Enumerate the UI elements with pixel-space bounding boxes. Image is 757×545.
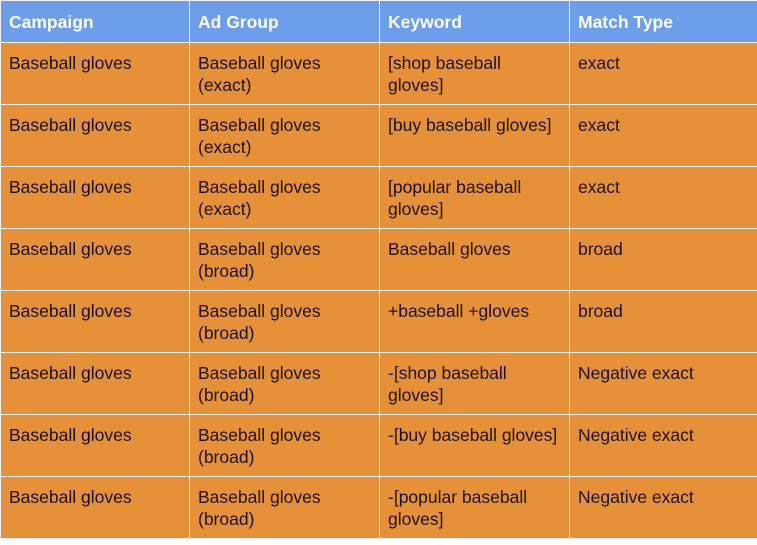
ad-group-cell: Baseball gloves (exact)	[189, 42, 380, 105]
table-row: Baseball gloves Baseball gloves (broad) +b…	[0, 290, 757, 353]
keyword-table: Campaign Ad Group Keyword Match Type Bas…	[0, 0, 757, 539]
ad-group-cell: Baseball gloves (exact)	[189, 104, 380, 167]
keyword-cell: -[popular baseball gloves]	[379, 476, 570, 539]
match-type-cell: Negative exact	[569, 352, 757, 415]
ad-group-cell: Baseball gloves (broad)	[189, 414, 380, 477]
table-row: Baseball gloves Baseball gloves (broad) -[…	[0, 476, 757, 539]
keyword-cell: Baseball gloves	[379, 228, 570, 291]
match-type-cell: broad	[569, 228, 757, 291]
header-ad-group: Ad Group	[189, 0, 380, 43]
campaign-cell: Baseball gloves	[0, 476, 190, 539]
ad-group-cell: Baseball gloves (exact)	[189, 166, 380, 229]
campaign-cell: Baseball gloves	[0, 290, 190, 353]
ad-group-cell: Baseball gloves (broad)	[189, 228, 380, 291]
campaign-cell: Baseball gloves	[0, 352, 190, 415]
match-type-cell: broad	[569, 290, 757, 353]
keyword-cell: [buy baseball gloves]	[379, 104, 570, 167]
match-type-cell: exact	[569, 166, 757, 229]
ad-group-cell: Baseball gloves (broad)	[189, 352, 380, 415]
keyword-cell: [shop baseball gloves]	[379, 42, 570, 105]
campaign-cell: Baseball gloves	[0, 228, 190, 291]
header-match-type: Match Type	[569, 0, 757, 43]
match-type-cell: Negative exact	[569, 476, 757, 539]
match-type-cell: exact	[569, 42, 757, 105]
keyword-cell: -[buy baseball gloves]	[379, 414, 570, 477]
campaign-cell: Baseball gloves	[0, 166, 190, 229]
table-row: Baseball gloves Baseball gloves (exact) [p…	[0, 166, 757, 229]
campaign-cell: Baseball gloves	[0, 42, 190, 105]
campaign-cell: Baseball gloves	[0, 414, 190, 477]
header-row: Campaign Ad Group Keyword Match Type	[0, 0, 757, 43]
keyword-cell: +baseball +gloves	[379, 290, 570, 353]
table-row: Baseball gloves Baseball gloves (broad) Ba…	[0, 228, 757, 291]
campaign-cell: Baseball gloves	[0, 104, 190, 167]
header-keyword: Keyword	[379, 0, 570, 43]
table-row: Baseball gloves Baseball gloves (broad) -[…	[0, 414, 757, 477]
ad-group-cell: Baseball gloves (broad)	[189, 290, 380, 353]
table-row: Baseball gloves Baseball gloves (broad) -[…	[0, 352, 757, 415]
match-type-cell: Negative exact	[569, 414, 757, 477]
keyword-cell: -[shop baseball gloves]	[379, 352, 570, 415]
ad-group-cell: Baseball gloves (broad)	[189, 476, 380, 539]
match-type-cell: exact	[569, 104, 757, 167]
table-row: Baseball gloves Baseball gloves (exact) [s…	[0, 42, 757, 105]
header-campaign: Campaign	[0, 0, 190, 43]
table-row: Baseball gloves Baseball gloves (exact) [b…	[0, 104, 757, 167]
keyword-cell: [popular baseball gloves]	[379, 166, 570, 229]
